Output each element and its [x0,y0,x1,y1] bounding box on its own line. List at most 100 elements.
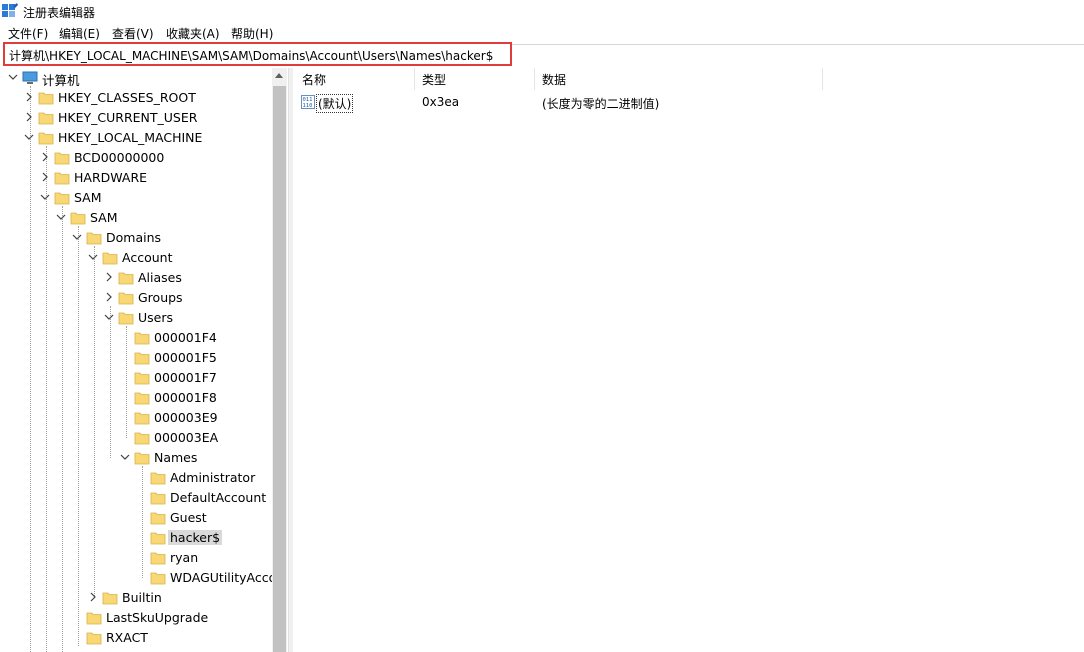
folder-icon [86,612,102,625]
registry-editor-icon [2,3,18,17]
column-header-data[interactable]: 数据 [542,71,566,88]
folder-icon [86,232,102,245]
folder-icon [134,392,150,405]
folder-icon [150,572,166,585]
address-bar-border [512,44,1084,45]
tree-scrollbar[interactable] [272,68,287,652]
folder-icon [150,552,166,565]
tree-guide-line [46,146,47,652]
tree-guide-line [30,86,31,652]
chevron-down-icon[interactable] [72,232,82,242]
tree-node-label: DefaultAccount [170,490,267,505]
chevron-down-icon[interactable] [24,132,34,142]
tree-node-label: RXACT [106,630,148,645]
menu-edit[interactable]: 编辑(E) [59,25,100,42]
menu-file[interactable]: 文件(F) [8,25,48,42]
tree-node-label: HARDWARE [74,170,148,185]
address-bar[interactable]: 计算机\HKEY_LOCAL_MACHINE\SAM\SAM\Domains\A… [3,42,512,66]
tree-node-label: Guest [170,510,207,525]
column-header-type[interactable]: 类型 [422,71,446,88]
menu-view[interactable]: 查看(V) [112,25,154,42]
tree-node-label: Names [154,450,198,465]
tree-node-label: SAM [74,190,102,205]
tree-node-label: 000001F7 [154,370,217,385]
chevron-down-icon[interactable] [88,252,98,262]
folder-icon [150,472,166,485]
chevron-right-icon[interactable] [88,592,98,602]
folder-icon [134,332,150,345]
tree-node-label: Builtin [122,590,162,605]
binary-value-icon: 011 110 [301,95,315,109]
tree-node-label: Account [122,250,173,265]
tree-guide-line [142,466,143,578]
tree-node-label: 000003EA [154,430,219,445]
tree-node-label: LastSkuUpgrade [106,610,209,625]
tree-node-label: 计算机 [42,73,80,88]
chevron-right-icon[interactable] [24,92,34,102]
values-pane[interactable]: 名称 类型 数据 011 110 (默认) 0x3ea (长度为零的二进制值) [294,68,1084,652]
value-data: (长度为零的二进制值) [542,97,660,111]
value-type: 0x3ea [422,95,460,109]
title-bar: 注册表编辑器 [0,0,1084,22]
tree-guide-line [94,246,95,598]
folder-icon [102,252,118,265]
tree-node-label: hacker$ [168,530,223,545]
pane-splitter[interactable] [288,68,293,652]
tree-node-label: Groups [138,290,183,305]
chevron-right-icon[interactable] [104,292,114,302]
tree-guide-line [62,206,63,652]
tree-guide-line [126,326,127,438]
value-name: (默认) [316,94,354,113]
tree-node-label: Aliases [138,270,182,285]
tree-node-label: HKEY_CLASSES_ROOT [58,90,196,105]
svg-text:110: 110 [303,103,313,109]
tree-node-label: HKEY_CURRENT_USER [58,110,198,125]
chevron-down-icon[interactable] [56,212,66,222]
menu-help[interactable]: 帮助(H) [231,25,273,42]
chevron-down-icon[interactable] [8,72,18,82]
column-header-name[interactable]: 名称 [302,71,326,88]
folder-icon [150,492,166,505]
tree-node-label: Users [138,310,174,325]
column-divider[interactable] [534,68,535,90]
chevron-right-icon[interactable] [24,112,34,122]
folder-icon [38,132,54,145]
column-divider[interactable] [822,68,823,90]
folder-icon [86,632,102,645]
tree-node-label: 000001F8 [154,390,217,405]
chevron-right-icon[interactable] [104,272,114,282]
scroll-thumb[interactable] [273,86,286,652]
chevron-right-icon[interactable] [40,152,50,162]
folder-icon [38,112,54,125]
chevron-right-icon[interactable] [40,172,50,182]
tree-node-label: WDAGUtilityAccount [170,570,272,585]
folder-icon [54,172,70,185]
window-title: 注册表编辑器 [23,6,96,20]
tree-node-label: SAM [90,210,118,225]
tree-node-label: 000001F5 [154,350,217,365]
chevron-down-icon[interactable] [104,312,114,322]
folder-icon [134,412,150,425]
chevron-down-icon[interactable] [40,192,50,202]
scroll-up-arrow-icon[interactable] [275,73,283,78]
column-divider[interactable] [414,68,415,90]
tree-guide-line [78,226,79,646]
folder-icon [118,312,134,325]
tree-pane[interactable]: 计算机 HKEY_CLASSES_ROOT HKEY_CURRENT_USER HKE… [0,68,272,652]
folder-icon [134,372,150,385]
tree-node-label: HKEY_LOCAL_MACHINE [58,130,203,145]
value-row[interactable]: 011 110 (默认) 0x3ea (长度为零的二进制值) [294,92,994,113]
menu-favorites[interactable]: 收藏夹(A) [166,25,220,42]
folder-icon [118,272,134,285]
folder-icon [70,212,86,225]
tree-node-label: Domains [106,230,162,245]
folder-icon [134,352,150,365]
folder-icon [150,532,166,545]
folder-icon [38,92,54,105]
folder-icon [102,592,118,605]
tree-node-label: ryan [170,550,199,565]
folder-icon [54,192,70,205]
chevron-down-icon[interactable] [120,452,130,462]
menu-bar: 文件(F) 编辑(E) 查看(V) 收藏夹(A) 帮助(H) [0,22,1084,42]
folder-icon [150,512,166,525]
